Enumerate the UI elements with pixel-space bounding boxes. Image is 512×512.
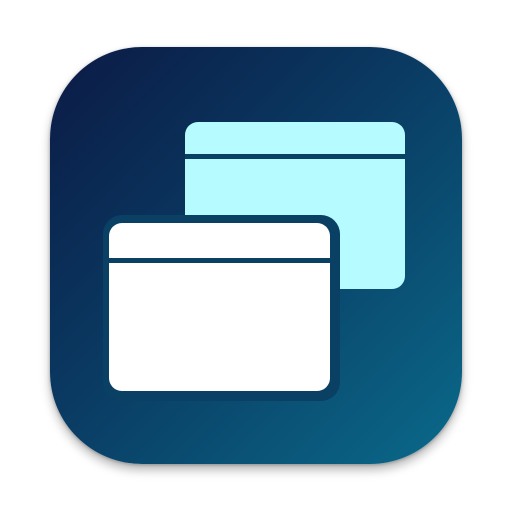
front-window-titlebar-divider — [109, 258, 330, 263]
front-window-icon — [109, 223, 330, 391]
app-icon[interactable] — [50, 47, 462, 464]
back-window-titlebar-divider — [185, 154, 405, 159]
canvas — [0, 0, 512, 512]
